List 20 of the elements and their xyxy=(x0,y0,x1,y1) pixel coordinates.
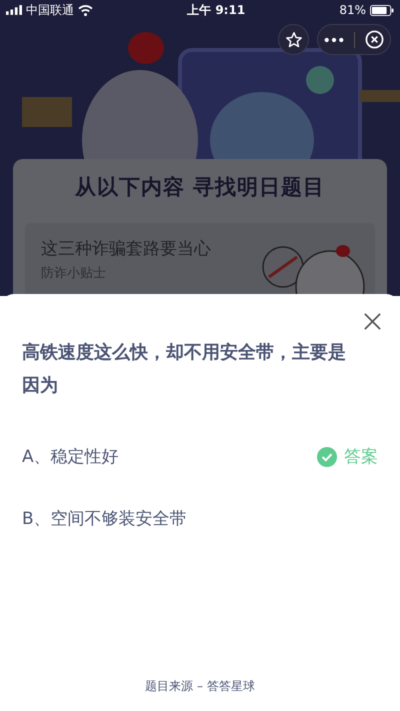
wifi-icon xyxy=(78,4,93,16)
battery-icon xyxy=(370,4,394,16)
battery-percent: 81% xyxy=(339,3,366,17)
star-icon xyxy=(284,30,302,48)
answer-option[interactable]: B、空间不够装安全带 xyxy=(22,507,317,530)
close-button[interactable] xyxy=(363,28,386,51)
more-icon xyxy=(324,36,344,42)
check-icon xyxy=(317,446,337,466)
close-icon xyxy=(363,312,382,331)
close-icon xyxy=(365,30,384,49)
answer-label: 答案 xyxy=(344,446,378,468)
source-footer: 题目来源 – 答答星球 xyxy=(22,678,378,695)
answer-option[interactable]: A、稳定性好 xyxy=(22,445,317,468)
close-button[interactable] xyxy=(363,312,382,331)
status-time: 上午 9:11 xyxy=(187,2,246,18)
question-text: 高铁速度这么快，却不用安全带，主要是因为 xyxy=(22,341,347,398)
article-title: 这三种诈骗套路要当心 xyxy=(41,238,211,260)
banner-heading: 从以下内容 寻找明日题目 xyxy=(74,174,326,201)
signal-icon xyxy=(6,5,22,15)
carrier-name: 中国联通 xyxy=(26,2,74,18)
